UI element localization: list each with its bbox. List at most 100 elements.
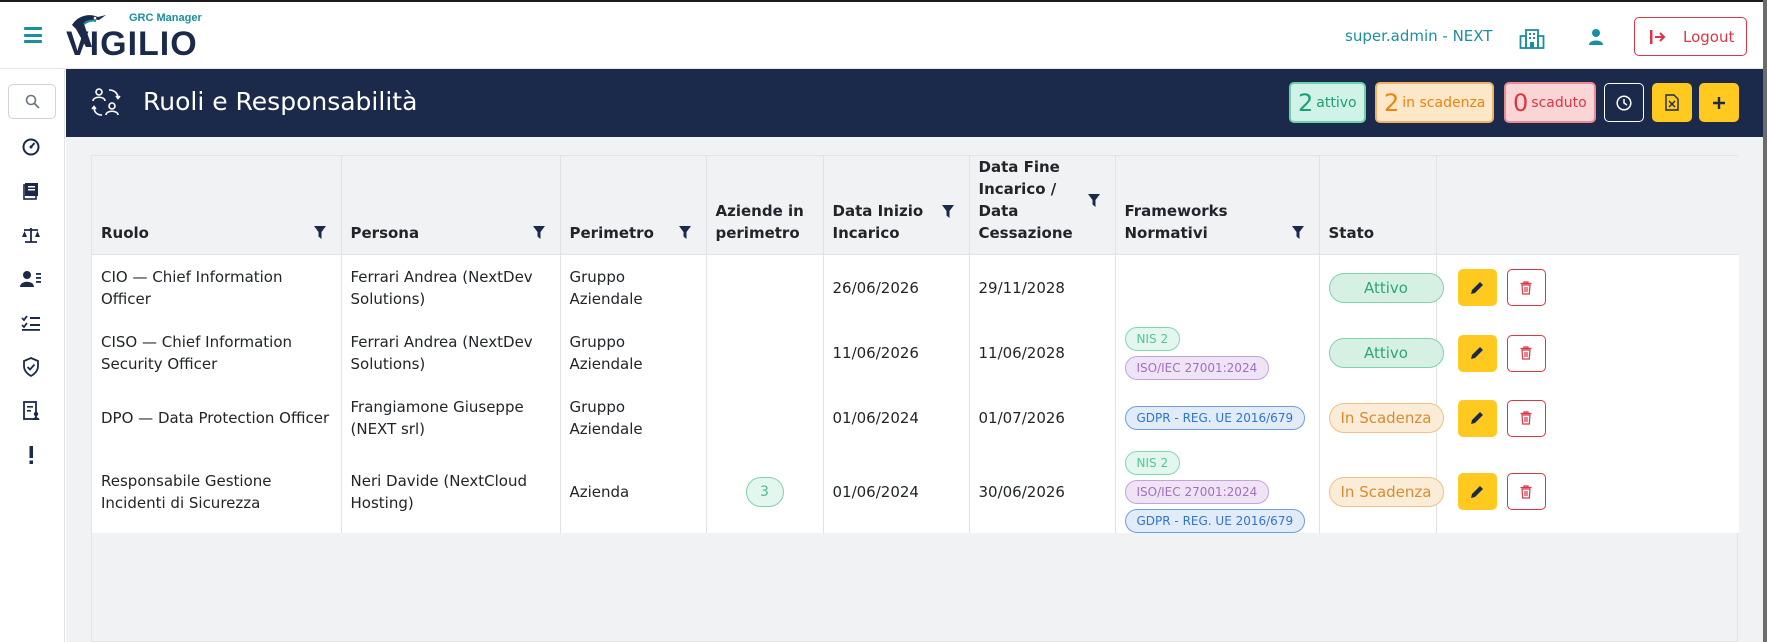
delete-button[interactable] <box>1506 399 1546 437</box>
filter-icon[interactable] <box>1291 226 1304 239</box>
sidebar-item-compliance[interactable] <box>18 222 44 248</box>
filter-icon[interactable] <box>941 205 954 218</box>
aziende-count-badge[interactable]: 3 <box>745 476 784 507</box>
delete-button[interactable] <box>1506 269 1546 307</box>
user-icon[interactable] <box>1588 28 1604 46</box>
current-user-label[interactable]: super.admin - NEXT <box>1345 27 1492 45</box>
logout-button[interactable]: Logout <box>1634 17 1747 56</box>
sidebar-item-tasks[interactable] <box>18 310 44 336</box>
cell-actions <box>1436 254 1739 321</box>
cell-frameworks: NIS 2 ISO/IEC 27001:2024 GDPR - REG. UE … <box>1115 450 1320 533</box>
add-role-button[interactable] <box>1699 83 1739 122</box>
logo-wordmark: VIGILIO <box>66 25 198 63</box>
history-button[interactable] <box>1604 83 1644 122</box>
edit-button[interactable] <box>1457 399 1497 437</box>
table-row[interactable]: CIO — Chief Information Officer Ferrari … <box>92 254 1739 321</box>
column-header-aziende[interactable]: Aziende in perimetro <box>706 156 824 255</box>
column-header-data-fine[interactable]: Data Fine Incarico / Data Cessazione <box>969 156 1116 255</box>
page-title: Ruoli e Responsabilità <box>143 87 418 116</box>
filter-icon[interactable] <box>678 226 691 239</box>
users-list-icon <box>20 271 41 287</box>
cell-perimetro: Gruppo Aziendale <box>560 385 707 451</box>
clock-icon <box>1616 94 1632 111</box>
status-badge: In Scadenza <box>1328 476 1444 507</box>
table-row[interactable]: CISO — Chief Information Security Office… <box>92 320 1739 386</box>
trash-icon <box>1520 484 1532 499</box>
edit-button[interactable] <box>1457 269 1497 307</box>
cell-persona: Frangiamone Giuseppe (NEXT srl) <box>341 385 561 451</box>
cell-data-fine: 30/06/2026 <box>969 450 1116 533</box>
sidebar-item-documents[interactable] <box>18 398 44 424</box>
sidebar-item-dashboard[interactable] <box>18 134 44 160</box>
page-header: Ruoli e Responsabilità 2 attivo 2 in sca… <box>66 69 1763 137</box>
column-header-data-inizio[interactable]: Data Inizio Incarico <box>823 156 970 255</box>
cell-actions <box>1436 385 1739 451</box>
pencil-icon <box>1471 412 1483 424</box>
column-header-actions <box>1436 156 1739 255</box>
filter-icon[interactable] <box>313 226 326 239</box>
filter-icon[interactable] <box>532 226 545 239</box>
column-header-frameworks[interactable]: Frameworks Normativi <box>1115 156 1320 255</box>
pencil-icon <box>1471 347 1483 359</box>
scale-icon <box>22 228 40 243</box>
window-scrollbar[interactable] <box>1763 0 1767 642</box>
column-header-perimetro[interactable]: Perimetro <box>560 156 707 255</box>
logo-subtitle: GRC Manager <box>129 12 202 24</box>
cell-actions <box>1436 450 1739 533</box>
cell-data-inizio: 01/06/2024 <box>823 450 970 533</box>
cell-stato: Attivo <box>1319 254 1444 321</box>
cell-data-fine: 11/06/2028 <box>969 320 1116 386</box>
expiring-count-badge[interactable]: 2 in scadenza <box>1375 82 1495 123</box>
column-header-persona[interactable]: Persona <box>341 156 561 255</box>
trash-icon <box>1520 346 1532 360</box>
hamburger-menu-icon[interactable] <box>24 27 42 43</box>
document-user-icon <box>23 401 40 420</box>
cell-data-inizio: 01/06/2024 <box>823 385 970 451</box>
roles-table: Ruolo Persona Perimetro Aziende in perim… <box>92 156 1739 533</box>
exclamation-icon <box>29 446 33 464</box>
cell-data-inizio: 11/06/2026 <box>823 320 970 386</box>
shield-check-icon <box>23 357 39 377</box>
cell-data-fine: 29/11/2028 <box>969 254 1116 321</box>
gauge-icon <box>22 138 40 156</box>
delete-button[interactable] <box>1506 334 1546 372</box>
delete-button[interactable] <box>1506 473 1546 510</box>
pencil-icon <box>1471 281 1483 294</box>
status-badge: Attivo <box>1328 338 1444 368</box>
sidebar-search-button[interactable] <box>8 84 56 119</box>
edit-button[interactable] <box>1457 473 1497 510</box>
sidebar-item-library[interactable] <box>18 178 44 204</box>
sidebar-item-alerts[interactable] <box>18 442 44 468</box>
table-row[interactable]: Responsabile Gestione Incidenti di Sicur… <box>92 450 1739 533</box>
cell-ruolo: Responsabile Gestione Incidenti di Sicur… <box>92 450 342 533</box>
sidebar-item-security[interactable] <box>18 354 44 380</box>
app-logo[interactable]: GRC Manager VIGILIO <box>66 11 216 63</box>
cell-stato: In Scadenza <box>1319 450 1444 533</box>
filter-icon[interactable] <box>1087 194 1100 207</box>
column-header-label: Perimetro <box>569 224 654 242</box>
column-header-stato[interactable]: Stato <box>1319 156 1437 255</box>
active-count-badge[interactable]: 2 attivo <box>1289 82 1366 123</box>
table-row[interactable]: DPO — Data Protection Officer Frangiamon… <box>92 385 1739 451</box>
cell-ruolo: DPO — Data Protection Officer <box>92 385 342 451</box>
column-header-ruolo[interactable]: Ruolo <box>92 156 342 255</box>
cell-frameworks <box>1115 254 1320 321</box>
building-icon[interactable] <box>1519 26 1545 50</box>
cell-frameworks: NIS 2 ISO/IEC 27001:2024 <box>1115 320 1320 386</box>
edit-button[interactable] <box>1457 334 1497 372</box>
cell-ruolo: CIO — Chief Information Officer <box>92 254 342 321</box>
export-excel-button[interactable] <box>1652 83 1692 122</box>
logout-icon <box>1650 29 1666 44</box>
status-badge: In Scadenza <box>1328 403 1444 433</box>
sidebar-item-roles[interactable] <box>18 266 44 292</box>
column-header-label: Frameworks Normativi <box>1124 202 1228 242</box>
expired-count-badge[interactable]: 0 scaduto <box>1504 82 1596 123</box>
cell-perimetro: Gruppo Aziendale <box>560 320 707 386</box>
book-icon <box>23 183 38 200</box>
trash-icon <box>1520 281 1532 295</box>
expiring-count-number: 2 <box>1384 88 1400 117</box>
status-badge: Attivo <box>1328 272 1444 303</box>
column-header-label: Aziende in perimetro <box>715 202 804 242</box>
trash-icon <box>1520 411 1532 425</box>
cell-data-inizio: 26/06/2026 <box>823 254 970 321</box>
